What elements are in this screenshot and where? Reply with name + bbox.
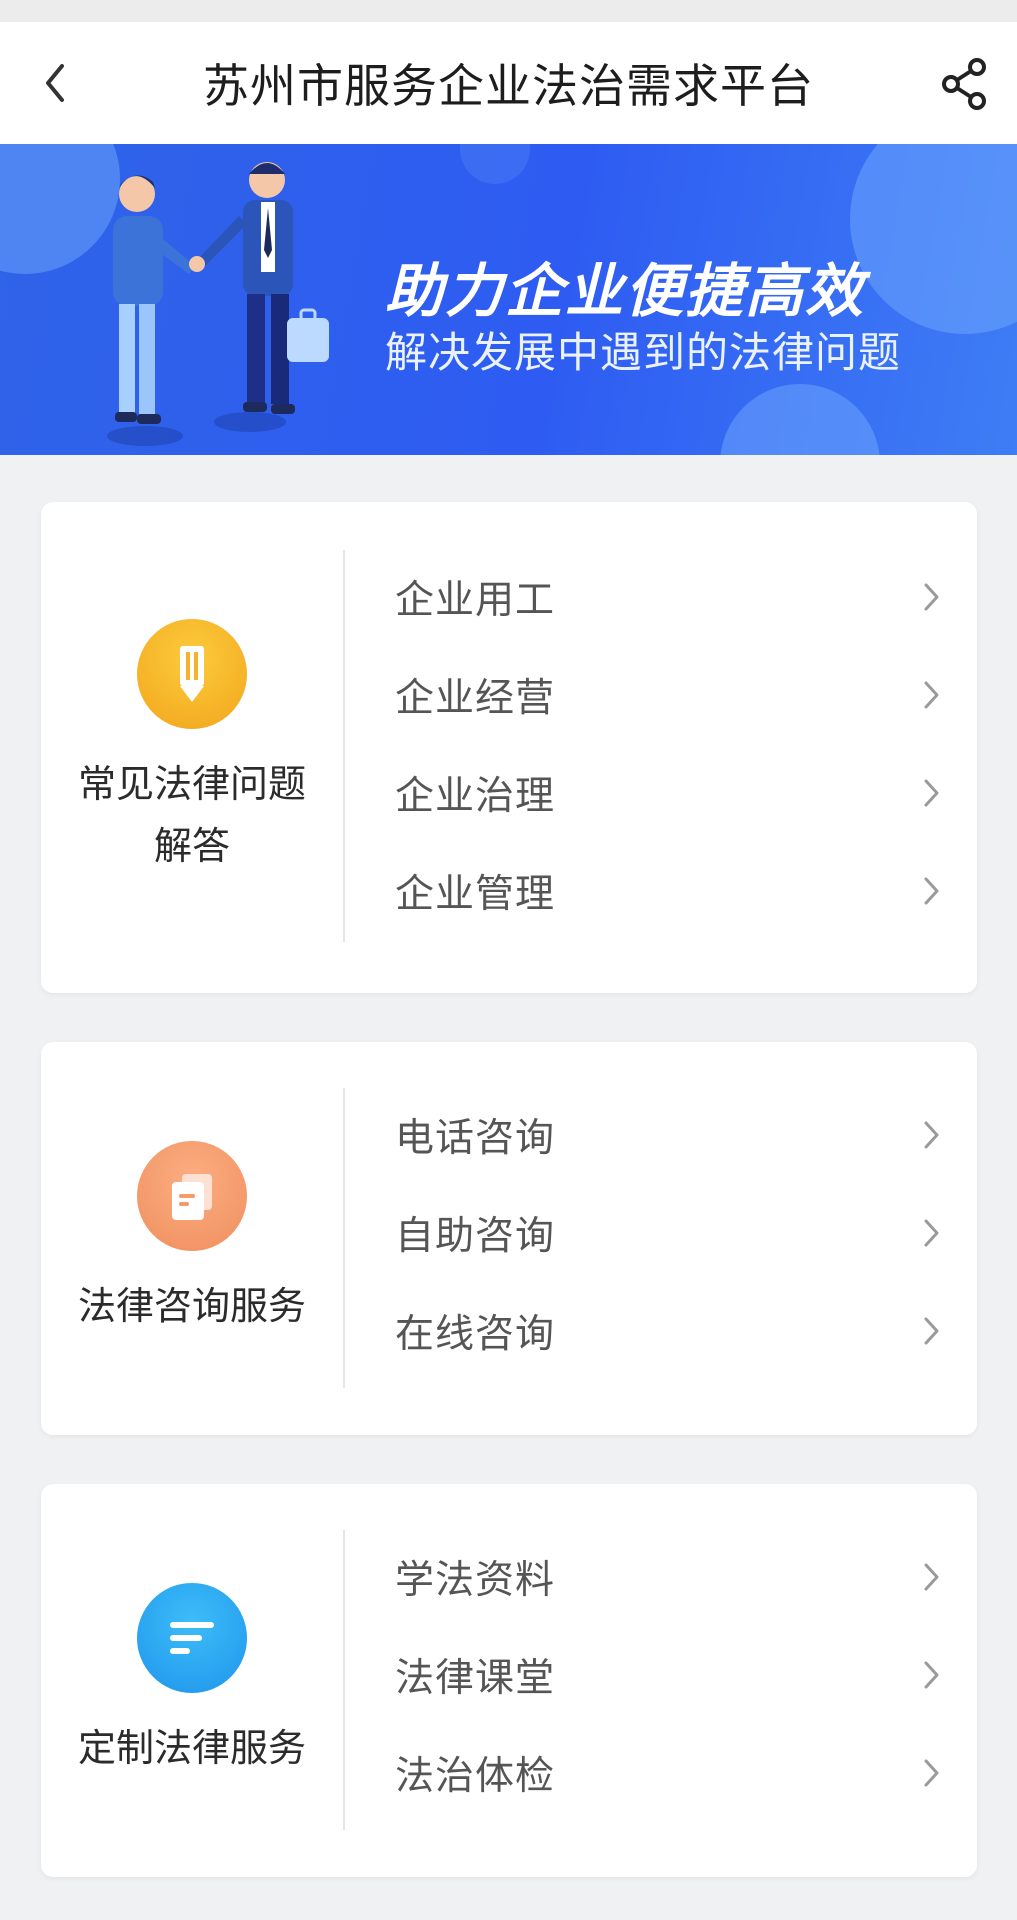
chevron-right-icon — [924, 779, 939, 807]
chevron-right-icon — [924, 583, 939, 611]
card-divider — [343, 1088, 345, 1388]
list-item-online-consult[interactable]: 在线咨询 — [395, 1282, 941, 1380]
list-item-enterprise-employment[interactable]: 企业用工 — [395, 548, 941, 646]
chevron-right-icon — [924, 877, 939, 905]
list-item-enterprise-management[interactable]: 企业管理 — [395, 842, 941, 940]
list-item-law-classroom[interactable]: 法律课堂 — [395, 1626, 941, 1724]
handshake-illustration — [107, 162, 329, 446]
document-icon — [137, 1140, 247, 1251]
card-divider — [343, 1530, 345, 1830]
custom-legal-card-title: 定制法律服务 — [77, 1725, 306, 1770]
custom-legal-card-header[interactable]: 定制法律服务 — [41, 1484, 343, 1877]
faq-card-header[interactable]: 常见法律问题 解答 — [41, 502, 343, 993]
list-item-legal-checkup[interactable]: 法治体检 — [395, 1724, 941, 1822]
legal-consult-card-title: 法律咨询服务 — [77, 1283, 306, 1328]
chevron-left-icon[interactable] — [38, 60, 78, 106]
list-item-enterprise-governance[interactable]: 企业治理 — [395, 744, 941, 842]
chevron-right-icon — [924, 681, 939, 709]
faq-card-title: 常见法律问题 解答 — [77, 761, 306, 868]
hero-banner: 助力企业便捷高效 解决发展中遇到的法律问题 — [0, 144, 1017, 455]
list-icon — [137, 1582, 247, 1693]
banner-subtitle: 解决发展中遇到的法律问题 — [385, 328, 902, 377]
faq-card: 常见法律问题 解答 企业用工 企业经营 企业治理 企业管理 — [41, 502, 977, 993]
chevron-right-icon — [924, 1121, 939, 1149]
custom-legal-card: 定制法律服务 学法资料 法律课堂 法治体检 — [41, 1484, 977, 1877]
list-item-law-study-materials[interactable]: 学法资料 — [395, 1528, 941, 1626]
list-item-enterprise-operation[interactable]: 企业经营 — [395, 646, 941, 744]
list-item-phone-consult[interactable]: 电话咨询 — [395, 1086, 941, 1184]
chevron-right-icon — [924, 1759, 939, 1787]
share-icon[interactable] — [939, 56, 991, 112]
page-title: 苏州市服务企业法治需求平台 — [203, 59, 814, 113]
chevron-right-icon — [924, 1661, 939, 1689]
chevron-right-icon — [924, 1219, 939, 1247]
list-item-self-service-consult[interactable]: 自助咨询 — [395, 1184, 941, 1282]
legal-consult-card-header[interactable]: 法律咨询服务 — [41, 1042, 343, 1435]
pencil-icon — [137, 618, 247, 729]
legal-consult-card: 法律咨询服务 电话咨询 自助咨询 在线咨询 — [41, 1042, 977, 1435]
banner-headline: 助力企业便捷高效 — [385, 257, 866, 325]
status-bar — [0, 0, 1017, 22]
chevron-right-icon — [924, 1317, 939, 1345]
chevron-right-icon — [924, 1563, 939, 1591]
nav-bar: 苏州市服务企业法治需求平台 — [0, 22, 1017, 144]
card-divider — [343, 550, 345, 942]
